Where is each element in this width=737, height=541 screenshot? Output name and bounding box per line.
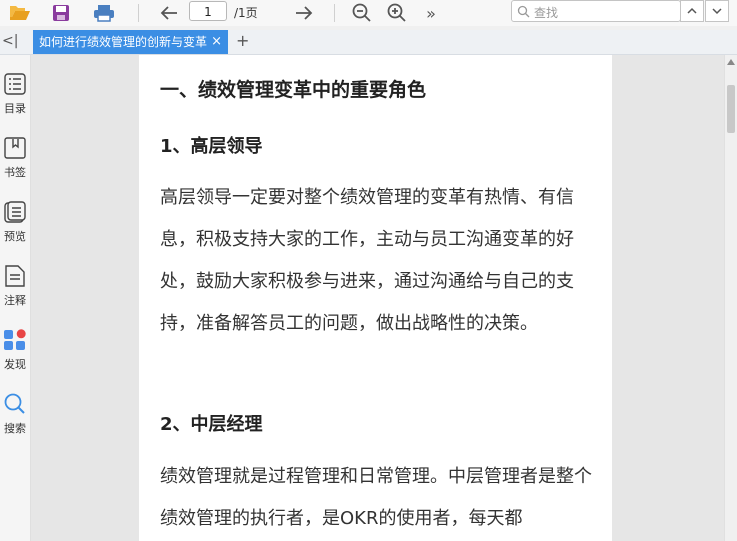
search-icon: [4, 393, 25, 414]
sidebar: 目录 书签 预览 注释 发现 搜索: [0, 55, 31, 541]
collapse-sidebar-icon[interactable]: <|: [2, 33, 18, 49]
section-title: 1、高层领导: [160, 136, 263, 157]
bookmark-icon: [4, 137, 26, 159]
preview-icon: [4, 201, 26, 223]
section-title: 2、中层经理: [160, 414, 263, 435]
vertical-scrollbar[interactable]: [724, 55, 737, 541]
document-heading: 一、绩效管理变革中的重要角色: [160, 79, 427, 101]
more-icon[interactable]: »: [419, 2, 443, 24]
sidebar-item-bookmark[interactable]: 书签: [0, 137, 30, 180]
sidebar-item-label: 目录: [4, 102, 26, 115]
sidebar-item-label: 发现: [4, 358, 26, 371]
sidebar-item-preview[interactable]: 预览: [0, 201, 30, 244]
toc-icon: [4, 73, 26, 95]
arrow-right-icon[interactable]: [292, 2, 316, 24]
scroll-up-icon[interactable]: [727, 59, 735, 65]
search-placeholder: 查找: [534, 6, 559, 20]
section-paragraph: 高层领导一定要对整个绩效管理的变革有热情、有信息，积极支持大家的工作，主动与员工…: [160, 187, 574, 334]
arrow-left-icon[interactable]: [157, 2, 181, 24]
sidebar-item-label: 预览: [4, 230, 26, 243]
document-viewer[interactable]: 一、绩效管理变革中的重要角色 1、高层领导 高层领导一定要对整个绩效管理的变革有…: [31, 55, 724, 541]
tab-label: 如何进行绩效管理的创新与变革: [39, 35, 208, 49]
scrollbar-thumb[interactable]: [727, 85, 735, 133]
save-icon[interactable]: [49, 2, 73, 24]
sidebar-item-toc[interactable]: 目录: [0, 73, 30, 116]
annotation-icon: [5, 265, 25, 287]
chevron-down-icon: [712, 8, 722, 15]
search-input[interactable]: 查找: [511, 0, 681, 22]
zoom-out-icon[interactable]: [350, 2, 374, 24]
print-icon[interactable]: [92, 2, 116, 24]
sidebar-item-label: 搜索: [4, 422, 26, 435]
find-previous-button[interactable]: [680, 0, 704, 22]
tab-bar: 如何进行绩效管理的创新与变革 ×: [0, 30, 737, 55]
discover-icon: [4, 329, 26, 350]
search-icon: [517, 5, 530, 18]
add-tab-icon[interactable]: +: [236, 31, 249, 50]
chevron-up-icon: [687, 7, 697, 14]
toolbar-separator: [138, 4, 139, 22]
tab-document[interactable]: 如何进行绩效管理的创新与变革 ×: [33, 30, 228, 54]
sidebar-item-discover[interactable]: 发现: [0, 329, 30, 372]
find-next-button[interactable]: [705, 0, 729, 22]
page-number-input[interactable]: 1: [189, 1, 227, 21]
document-page: 一、绩效管理变革中的重要角色 1、高层领导 高层领导一定要对整个绩效管理的变革有…: [139, 55, 612, 541]
sidebar-item-label: 注释: [4, 294, 26, 307]
tab-close-icon[interactable]: ×: [211, 30, 222, 54]
toolbar: 1 /1页 » 查找: [0, 0, 737, 26]
toolbar-separator: [334, 4, 335, 22]
sidebar-item-search[interactable]: 搜索: [0, 393, 30, 436]
open-folder-icon[interactable]: [8, 2, 32, 24]
sidebar-item-annotation[interactable]: 注释: [0, 265, 30, 308]
page-total-label: /1页: [234, 6, 258, 20]
zoom-in-icon[interactable]: [385, 2, 409, 24]
sidebar-item-label: 书签: [4, 166, 26, 179]
section-paragraph: 绩效管理就是过程管理和日常管理。中层管理者是整个绩效管理的执行者，是OKR的使用…: [160, 466, 592, 529]
